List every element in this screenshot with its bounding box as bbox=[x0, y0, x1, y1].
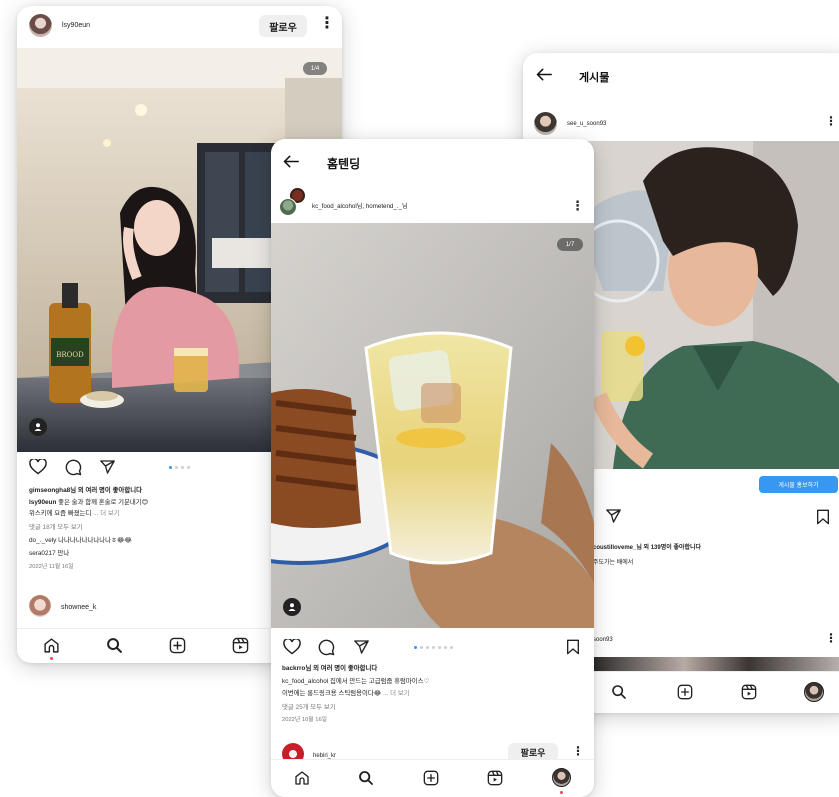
post-header: lsy90eun 팔로우 ⋮ bbox=[17, 6, 342, 48]
caption-text: 좋은 술과 함께 혼술로 기분내기😊 bbox=[58, 499, 149, 506]
reels-icon[interactable] bbox=[741, 684, 757, 700]
reels-icon[interactable] bbox=[232, 637, 249, 654]
likes-line[interactable]: backrro님 외 여러 명이 좋아합니다 bbox=[282, 665, 377, 672]
more-icon[interactable]: ⋮ bbox=[825, 632, 837, 644]
comment-1: do_._vely 나나나나나나나나나ㅎ😂😂 bbox=[29, 537, 132, 544]
heart-icon[interactable] bbox=[283, 639, 301, 655]
avatar[interactable] bbox=[279, 198, 297, 216]
caption-username[interactable]: lsy90eun bbox=[29, 499, 56, 506]
bookmark-icon[interactable] bbox=[816, 509, 830, 525]
share-icon[interactable] bbox=[353, 639, 370, 655]
comment-username[interactable]: sera0217 bbox=[29, 550, 56, 557]
caption-line-2: 위스키에 요즘 빠졌는디 ... 더 보기 bbox=[29, 510, 120, 517]
person-tag-icon[interactable] bbox=[29, 418, 47, 436]
profile-avatar[interactable] bbox=[804, 682, 824, 702]
home-icon[interactable] bbox=[294, 770, 310, 786]
comment-icon[interactable] bbox=[318, 639, 335, 656]
caption: kc_food_alcohol 집에서 만드는 고급럼줍 휴럼마이스♡ bbox=[282, 678, 430, 685]
post-username[interactable]: lsy90eun bbox=[62, 22, 90, 29]
post-username[interactable]: see_u_soon93 bbox=[567, 121, 606, 127]
bottom-nav bbox=[271, 759, 594, 797]
reels-icon[interactable] bbox=[487, 770, 503, 786]
more-link[interactable]: ... 더 보기 bbox=[383, 690, 410, 697]
share-icon[interactable] bbox=[99, 459, 116, 475]
slide-counter: 1/7 bbox=[557, 238, 583, 251]
more-icon[interactable]: ⋮ bbox=[825, 115, 837, 127]
home-icon[interactable] bbox=[43, 637, 60, 654]
action-row bbox=[271, 637, 594, 659]
view-all-comments[interactable]: 댓글 25개 모두 보기 bbox=[282, 704, 336, 711]
bookmark-icon[interactable] bbox=[566, 639, 580, 655]
create-icon[interactable] bbox=[169, 637, 186, 654]
more-link[interactable]: ... 더 보기 bbox=[93, 510, 120, 517]
caption-line-2: 이번에는 롱드링크용 스틱럼용이다😂 ... 더 보기 bbox=[282, 690, 410, 697]
post-date: 2022년 11월 16일 bbox=[29, 564, 74, 570]
profile-avatar[interactable] bbox=[552, 768, 571, 787]
back-arrow-icon[interactable] bbox=[283, 155, 299, 168]
more-icon[interactable]: ⋮ bbox=[319, 16, 335, 32]
home-notification-dot bbox=[50, 657, 53, 660]
comment-username[interactable]: do_._vely bbox=[29, 537, 56, 544]
likes-line[interactable]: gimseongha8님 외 여러 명이 좋아합니다 bbox=[29, 487, 142, 494]
center-post-card: 홈텐딩 kc_food_alcohol님, hometend_._님 ⋮ 1/7… bbox=[271, 139, 594, 797]
post-photo[interactable]: 1/7 bbox=[271, 223, 594, 628]
comment-text: 나나나나나나나나나ㅎ😂😂 bbox=[58, 537, 132, 544]
caption: 주도가는 배에서 bbox=[593, 560, 634, 566]
search-icon[interactable] bbox=[358, 770, 374, 786]
create-icon[interactable] bbox=[423, 770, 439, 786]
search-icon[interactable] bbox=[611, 684, 627, 700]
slide-counter: 1/4 bbox=[303, 62, 327, 75]
caption-username[interactable]: kc_food_alcohol bbox=[282, 678, 328, 685]
post-usernames[interactable]: kc_food_alcohol님, hometend_._님 bbox=[312, 201, 408, 210]
likes-line[interactable]: coustilloveme_님 외 139명이 좋아합니다 bbox=[593, 545, 701, 551]
comment-2: sera0217 만나 bbox=[29, 550, 70, 557]
create-icon[interactable] bbox=[677, 684, 693, 700]
caption-line2-text: 위스키에 요즘 빠졌는디 bbox=[29, 510, 92, 517]
search-icon[interactable] bbox=[106, 637, 123, 654]
caption: lsy90eun 좋은 술과 함께 혼술로 기분내기😊 bbox=[29, 499, 149, 506]
view-all-comments[interactable]: 댓글 18개 모두 보기 bbox=[29, 524, 83, 531]
page-title: 게시물 bbox=[579, 72, 610, 84]
page-title: 홈텐딩 bbox=[327, 157, 361, 171]
carousel-indicator bbox=[414, 646, 453, 649]
carousel-indicator bbox=[169, 466, 190, 469]
caption-line2-text: 이번에는 롱드링크용 스틱럼용이다😂 bbox=[282, 690, 382, 697]
follow-button[interactable]: 팔로우 bbox=[259, 15, 307, 37]
avatar[interactable] bbox=[29, 595, 51, 617]
next-post-username[interactable]: shownee_k bbox=[61, 604, 96, 611]
caption-text: 집에서 만드는 고급럼줍 휴럼마이스♡ bbox=[329, 678, 430, 685]
profile-notification-dot bbox=[560, 791, 563, 794]
back-arrow-icon[interactable] bbox=[536, 68, 552, 81]
next-post-username[interactable]: soon93 bbox=[593, 637, 613, 643]
comment-icon[interactable] bbox=[65, 459, 82, 476]
photo-art bbox=[271, 223, 594, 628]
heart-icon[interactable] bbox=[29, 459, 47, 475]
avatar[interactable] bbox=[29, 14, 52, 37]
avatar[interactable] bbox=[534, 112, 557, 135]
post-date: 2022년 10월 16일 bbox=[282, 717, 328, 723]
promote-post-button[interactable]: 게시물 홍보하기 bbox=[759, 476, 838, 493]
more-icon[interactable]: ⋮ bbox=[572, 745, 584, 757]
comment-text: 만나 bbox=[57, 550, 70, 557]
more-icon[interactable]: ⋮ bbox=[571, 199, 584, 212]
next-post-photo-strip bbox=[593, 657, 839, 671]
person-tag-icon[interactable] bbox=[283, 598, 301, 616]
share-icon[interactable] bbox=[605, 508, 622, 524]
svg-text:BROOD: BROOD bbox=[56, 351, 84, 359]
